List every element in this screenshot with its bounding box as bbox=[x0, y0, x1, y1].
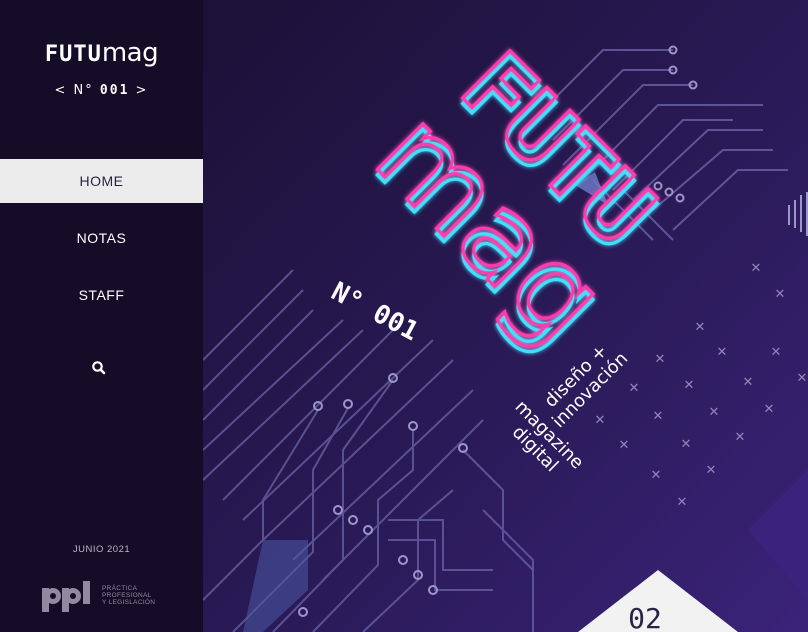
svg-text:✕: ✕ bbox=[655, 352, 666, 367]
svg-text:✕: ✕ bbox=[653, 409, 664, 424]
ppl-logo-icon bbox=[42, 581, 90, 612]
svg-text:✕: ✕ bbox=[717, 345, 728, 360]
site-logo[interactable]: FUTUmag bbox=[0, 40, 203, 66]
issue-suffix: > bbox=[135, 83, 149, 98]
svg-text:✕: ✕ bbox=[797, 371, 808, 386]
svg-text:✕: ✕ bbox=[695, 320, 706, 335]
svg-text:✕: ✕ bbox=[629, 381, 640, 396]
svg-text:✕: ✕ bbox=[684, 378, 695, 393]
svg-text:✕: ✕ bbox=[751, 261, 762, 276]
svg-text:✕: ✕ bbox=[735, 430, 746, 445]
issue-number-value: 001 bbox=[99, 83, 130, 98]
svg-text:✕: ✕ bbox=[681, 437, 692, 452]
svg-text:✕: ✕ bbox=[709, 405, 720, 420]
publisher-logo[interactable]: PRÁCTICA PROFESIONAL Y LEGISLACIÓN bbox=[40, 578, 170, 618]
svg-text:✕: ✕ bbox=[743, 375, 754, 390]
main-nav: HOME NOTAS STAFF bbox=[0, 159, 203, 330]
svg-text:✕: ✕ bbox=[771, 345, 782, 360]
svg-text:✕: ✕ bbox=[595, 413, 606, 428]
magazine-cover[interactable]: ✕ ✕ ✕ ✕ ✕ ✕ ✕ ✕ ✕ ✕ ✕ ✕ ✕ ✕ ✕ ✕ ✕ ✕ ✕ ✕ 02 FUTU FUTU … bbox=[203, 0, 808, 632]
publisher-line: PRÁCTICA bbox=[102, 585, 138, 592]
svg-text:✕: ✕ bbox=[651, 468, 662, 483]
issue-prefix: < N° bbox=[54, 83, 94, 98]
publisher-name: PRÁCTICA PROFESIONAL Y LEGISLACIÓN bbox=[102, 585, 155, 606]
publisher-line: PROFESIONAL bbox=[102, 592, 152, 599]
logo-thin-text: mag bbox=[101, 38, 159, 68]
search-icon bbox=[92, 361, 106, 375]
sidebar: FUTUmag < N° 001 > HOME NOTAS STAFF JUNI… bbox=[0, 0, 203, 632]
issue-date: JUNIO 2021 bbox=[72, 544, 131, 555]
logo-bold-text: FUTU bbox=[44, 42, 102, 67]
svg-text:✕: ✕ bbox=[764, 402, 775, 417]
issue-number: < N° 001 > bbox=[0, 83, 203, 98]
nav-item-staff[interactable]: STAFF bbox=[0, 273, 203, 317]
svg-text:✕: ✕ bbox=[775, 287, 786, 302]
page-number: 02 bbox=[628, 602, 662, 632]
search-button[interactable] bbox=[89, 358, 109, 378]
svg-text:✕: ✕ bbox=[677, 495, 688, 510]
nav-item-home[interactable]: HOME bbox=[0, 159, 203, 203]
publisher-line: Y LEGISLACIÓN bbox=[102, 599, 156, 606]
svg-text:✕: ✕ bbox=[706, 463, 717, 478]
nav-item-notas[interactable]: NOTAS bbox=[0, 216, 203, 260]
svg-text:✕: ✕ bbox=[619, 438, 630, 453]
cover-artwork: ✕✕ ✕✕ ✕ ✕✕ ✕ ✕✕✕ ✕✕ ✕ ✕ ✕✕ ✕ ✕✕ 02 FUTU FUTU … bbox=[203, 0, 808, 632]
